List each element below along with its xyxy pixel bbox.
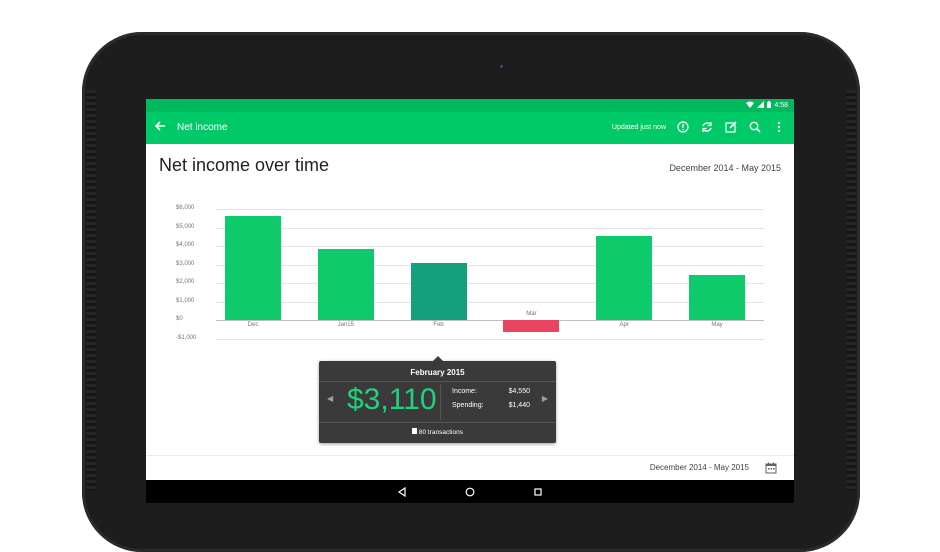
- info-icon[interactable]: [676, 119, 690, 135]
- header-date-range: December 2014 - May 2015: [669, 163, 781, 173]
- y-axis-tick-label: $4,000: [176, 242, 195, 249]
- net-income-bar-chart: $6,000 $5,000 $4,000 $3,000 $2,000 $1,000 $0 -$…: [166, 202, 776, 362]
- transactions-link[interactable]: 80 transactions: [319, 428, 556, 436]
- previous-month-arrow-icon[interactable]: ◀: [327, 394, 333, 403]
- chart-bar-may[interactable]: [689, 274, 745, 321]
- footer-divider: [146, 455, 794, 456]
- chart-gridline: [216, 339, 764, 340]
- y-axis-tick-label: $3,000: [176, 260, 195, 267]
- popup-divider-vertical: [440, 384, 441, 420]
- refresh-icon[interactable]: [700, 119, 714, 135]
- home-circle-icon[interactable]: [461, 483, 479, 501]
- wifi-icon: [746, 101, 755, 110]
- toolbar-actions: Updated just now: [612, 119, 786, 135]
- back-triangle-icon[interactable]: [393, 483, 411, 501]
- spending-value: $1,440: [508, 402, 530, 409]
- popup-divider-top: [319, 381, 556, 382]
- chart-gridline: [216, 320, 764, 322]
- system-navigation-bar: [146, 480, 794, 503]
- y-axis-tick-label: $6,000: [176, 205, 195, 211]
- chart-gridline: [216, 227, 764, 229]
- x-axis-tick-label: Dec: [247, 322, 259, 329]
- chart-bar-dec[interactable]: [225, 216, 281, 321]
- signal-icon: [757, 101, 765, 110]
- spending-label: Spending:: [452, 402, 484, 409]
- status-icons: 4:58: [746, 101, 788, 110]
- more-vert-icon[interactable]: [772, 119, 786, 135]
- footer-date-range[interactable]: December 2014 - May 2015: [650, 463, 749, 472]
- chart-bar-mar[interactable]: [503, 320, 560, 332]
- x-axis-tick-label: Apr: [619, 322, 629, 329]
- x-axis-tick-label: Mar: [526, 311, 537, 318]
- chart-gridline: [216, 209, 764, 210]
- y-axis-tick-label: $5,000: [176, 223, 195, 230]
- edit-icon[interactable]: [724, 119, 738, 135]
- battery-icon: [767, 101, 772, 110]
- month-detail-popup: February 2015 ◀ $3,110 Income: $4,550 Sp…: [319, 356, 556, 443]
- status-time: 4:58: [774, 102, 788, 109]
- income-label: Income:: [452, 388, 477, 395]
- y-axis-tick-label: $2,000: [176, 279, 195, 286]
- front-camera: [500, 65, 503, 68]
- spending-row: Spending: $1,440: [452, 402, 530, 409]
- popup-pointer: [433, 356, 443, 361]
- calendar-icon[interactable]: [765, 461, 777, 474]
- speaker-grille-right: [846, 90, 856, 490]
- recents-square-icon[interactable]: [529, 483, 547, 501]
- y-axis-tick-label: $0: [176, 316, 183, 323]
- chart-bar-apr[interactable]: [596, 235, 653, 321]
- back-arrow-icon[interactable]: [154, 120, 166, 136]
- x-axis-tick-label: May: [711, 322, 723, 329]
- chart-gridline: [216, 283, 764, 285]
- chart-gridline: [216, 301, 764, 303]
- receipt-icon: [412, 428, 419, 436]
- app-screen: 4:58 Net income Updated just now Net inc…: [146, 99, 794, 503]
- speaker-grille-left: [86, 90, 96, 490]
- popup-month-title: February 2015: [410, 368, 465, 377]
- transactions-count: 80 transactions: [418, 429, 463, 436]
- popup-net-amount: $3,110: [347, 383, 437, 416]
- income-row: Income: $4,550: [452, 388, 530, 395]
- y-axis-tick-label: -$1,000: [176, 335, 197, 341]
- page-title: Net income over time: [159, 155, 330, 175]
- income-value: $4,550: [508, 388, 530, 395]
- toolbar-title: Net income: [177, 122, 228, 133]
- popup-divider-bottom: [319, 422, 556, 423]
- chart-bar-feb[interactable]: [410, 262, 467, 321]
- x-axis-tick-label: Feb: [433, 322, 444, 329]
- y-axis-tick-label: $1,000: [176, 297, 195, 304]
- search-icon[interactable]: [748, 119, 762, 135]
- chart-bar-jan15[interactable]: [317, 248, 374, 321]
- status-bar: 4:58: [146, 99, 794, 112]
- x-axis-tick-label: Jan15: [337, 322, 354, 329]
- next-month-arrow-icon[interactable]: ▶: [542, 394, 548, 403]
- chart-gridline: [216, 264, 764, 266]
- chart-gridline: [216, 246, 764, 248]
- app-toolbar: Net income Updated just now: [146, 112, 794, 144]
- updated-status-text: Updated just now: [611, 123, 666, 131]
